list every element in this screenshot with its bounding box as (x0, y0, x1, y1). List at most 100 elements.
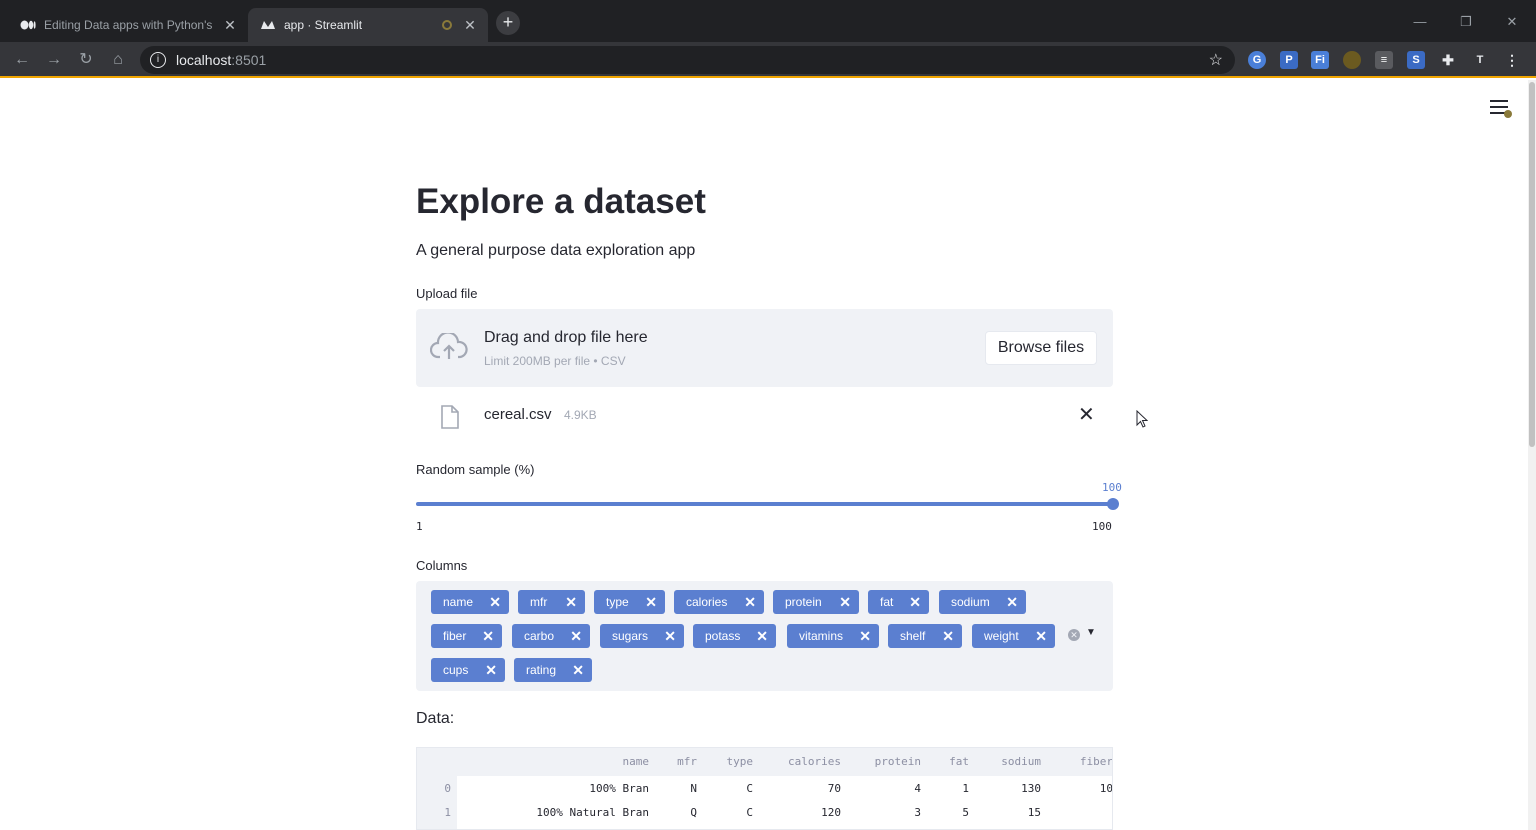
address-bar[interactable]: i localhost :8501 ☆ (140, 46, 1235, 74)
extension-g-icon[interactable]: G (1248, 51, 1266, 69)
remove-chip-icon[interactable]: ✕ (942, 628, 954, 645)
column-chip[interactable]: type ✕ (594, 590, 665, 614)
column-header[interactable]: fiber (1051, 755, 1112, 768)
remove-chip-icon[interactable]: ✕ (482, 628, 494, 645)
table-cell[interactable]: C (707, 782, 753, 795)
columns-label: Columns (416, 558, 468, 573)
browse-files-button[interactable]: Browse files (985, 331, 1097, 365)
uploaded-file: cereal.csv 4.9KB ✕ (416, 398, 1113, 438)
column-chip[interactable]: vitamins ✕ (787, 624, 879, 648)
remove-chip-icon[interactable]: ✕ (572, 662, 584, 679)
column-chip[interactable]: mfr ✕ (518, 590, 585, 614)
table-cell[interactable]: 4 (851, 782, 921, 795)
remove-chip-icon[interactable]: ✕ (664, 628, 676, 645)
bookmark-star-icon[interactable]: ☆ (1209, 50, 1223, 70)
extension-p-icon[interactable]: P (1280, 51, 1298, 69)
new-tab-button[interactable]: + (496, 11, 520, 35)
back-arrow-icon[interactable]: ← (10, 48, 34, 72)
streamlit-menu-icon[interactable] (1490, 100, 1512, 118)
browser-menu-icon[interactable]: ⋮ (1503, 51, 1521, 69)
tab-title: app · Streamlit (284, 18, 363, 32)
column-chip[interactable]: weight ✕ (972, 624, 1055, 648)
table-cell[interactable]: 120 (763, 806, 841, 819)
slider-track[interactable] (416, 502, 1113, 506)
data-table[interactable]: name mfr type calories protein fat sodiu… (416, 747, 1113, 830)
column-chip[interactable]: calories ✕ (674, 590, 764, 614)
site-info-icon[interactable]: i (150, 52, 166, 68)
column-chip[interactable]: carbo ✕ (512, 624, 590, 648)
remove-chip-icon[interactable]: ✕ (570, 628, 582, 645)
column-header[interactable]: type (707, 755, 754, 768)
column-chip[interactable]: cups ✕ (431, 658, 505, 682)
remove-chip-icon[interactable]: ✕ (645, 594, 657, 611)
table-cell[interactable]: 1 (931, 782, 969, 795)
column-header[interactable]: fat (931, 755, 969, 768)
extension-yellow-icon[interactable] (1343, 51, 1361, 69)
reload-icon[interactable]: ↻ (74, 48, 98, 72)
table-cell[interactable]: 15 (979, 806, 1041, 819)
table-cell[interactable]: 70 (763, 782, 841, 795)
column-chip[interactable]: potass ✕ (693, 624, 776, 648)
column-header[interactable]: mfr (657, 755, 697, 768)
extension-s-icon[interactable]: S (1407, 51, 1425, 69)
slider-min: 1 (416, 520, 423, 533)
remove-file-icon[interactable]: ✕ (1078, 402, 1095, 427)
remove-chip-icon[interactable]: ✕ (744, 594, 756, 611)
medium-favicon-icon (20, 17, 36, 33)
remove-chip-icon[interactable]: ✕ (1035, 628, 1047, 645)
remove-chip-icon[interactable]: ✕ (1006, 594, 1018, 611)
table-cell[interactable]: 100% Bran (477, 782, 649, 795)
column-header[interactable]: calories (763, 755, 841, 768)
column-chip[interactable]: fat ✕ (868, 590, 929, 614)
file-dropzone[interactable]: Drag and drop file here Limit 200MB per … (416, 309, 1113, 387)
home-icon[interactable]: ⌂ (106, 48, 130, 72)
remove-chip-icon[interactable]: ✕ (839, 594, 851, 611)
column-header[interactable]: name (577, 755, 650, 768)
table-cell[interactable]: 10 (1051, 782, 1112, 795)
tab-app-streamlit[interactable]: app · Streamlit ✕ (248, 8, 488, 42)
remove-chip-icon[interactable]: ✕ (489, 594, 501, 611)
remove-chip-icon[interactable]: ✕ (859, 628, 871, 645)
column-chip[interactable]: sugars ✕ (600, 624, 684, 648)
column-chip[interactable]: rating ✕ (514, 658, 592, 682)
maximize-button[interactable]: ❐ (1444, 8, 1488, 36)
column-header[interactable]: protein (851, 755, 921, 768)
loading-spinner-icon (442, 20, 452, 30)
remove-chip-icon[interactable]: ✕ (909, 594, 921, 611)
table-cell[interactable]: Q (657, 806, 697, 819)
minimize-button[interactable]: — (1398, 8, 1442, 36)
tab-close-icon[interactable]: ✕ (220, 17, 240, 34)
table-cell[interactable]: N (657, 782, 697, 795)
column-chip[interactable]: shelf ✕ (888, 624, 962, 648)
remove-chip-icon[interactable]: ✕ (485, 662, 497, 679)
tab-editing-data-apps[interactable]: Editing Data apps with Python's ✕ (8, 8, 248, 42)
slider-thumb[interactable] (1107, 498, 1119, 510)
forward-arrow-icon[interactable]: → (42, 48, 66, 72)
dropdown-caret-icon[interactable]: ▼ (1086, 627, 1096, 638)
column-chip[interactable]: sodium ✕ (939, 590, 1026, 614)
extension-fi-icon[interactable]: Fi (1311, 51, 1329, 69)
tab-close-icon[interactable]: ✕ (460, 17, 480, 34)
window-close-button[interactable]: ✕ (1490, 8, 1534, 36)
remove-chip-icon[interactable]: ✕ (756, 628, 768, 645)
remove-chip-icon[interactable]: ✕ (565, 594, 577, 611)
page-subtitle: A general purpose data exploration app (416, 242, 696, 259)
table-cell[interactable]: C (707, 806, 753, 819)
table-cell[interactable]: 3 (851, 806, 921, 819)
upload-label: Upload file (416, 286, 478, 301)
page-scrollbar[interactable] (1528, 80, 1536, 830)
profile-avatar[interactable]: T (1471, 51, 1489, 69)
scrollbar-thumb[interactable] (1529, 82, 1535, 447)
columns-multiselect[interactable]: name ✕ mfr ✕ type ✕ calories ✕ protein ✕ fat ✕… (416, 581, 1113, 691)
clear-all-icon[interactable]: ✕ (1068, 629, 1080, 641)
slider-value: 100 (1102, 481, 1122, 494)
column-header[interactable]: sodium (979, 755, 1041, 768)
extension-list-icon[interactable]: ≡ (1375, 51, 1393, 69)
extensions-puzzle-icon[interactable]: ✚ (1439, 51, 1457, 69)
column-chip[interactable]: protein ✕ (773, 590, 859, 614)
table-cell[interactable]: 5 (931, 806, 969, 819)
column-chip[interactable]: name ✕ (431, 590, 509, 614)
table-cell[interactable]: 100% Natural Bran (477, 806, 649, 819)
column-chip[interactable]: fiber ✕ (431, 624, 502, 648)
table-cell[interactable]: 130 (979, 782, 1041, 795)
